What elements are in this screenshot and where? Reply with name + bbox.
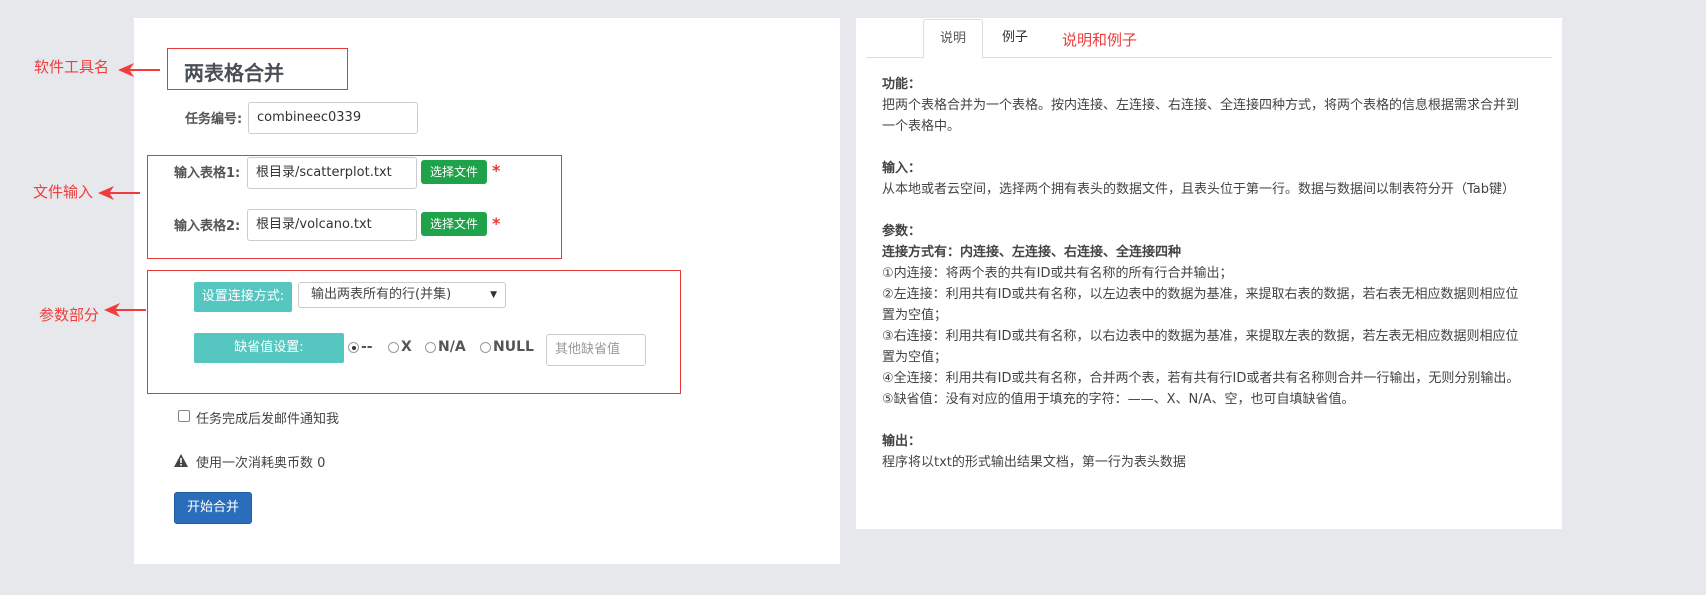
- param-title: 参数：: [882, 224, 922, 239]
- input-body: 从本地或者云空间，选择两个拥有表头的数据文件，且表头位于第一行。数据与数据间以制…: [882, 182, 1516, 197]
- missing-option-dash[interactable]: --: [348, 339, 373, 355]
- param-inner-join: ①内连接：将两个表的共有ID或共有名称的所有行合并输出；: [882, 266, 1233, 281]
- input-title: 输入：: [882, 161, 922, 176]
- output-title: 输出：: [882, 434, 922, 449]
- func-body: 把两个表格合并为一个表格。按内连接、左连接、右连接、全连接四种方式，将两个表格的…: [882, 98, 1520, 134]
- join-method-label: 设置连接方式:: [194, 282, 292, 312]
- tool-title: 两表格合并: [184, 61, 284, 85]
- cost-note: 使用一次消耗奥币数 0: [196, 456, 326, 471]
- table2-label: 输入表格2:: [174, 219, 241, 234]
- param-full-join: ④全连接：利用共有ID或共有名称，合并两个表，若有共有行ID或者共有名称则合并一…: [882, 371, 1520, 386]
- annotation-file-input: 文件输入: [33, 183, 94, 201]
- other-missing-input[interactable]: 其他缺省值: [546, 334, 646, 366]
- required-mark: *: [492, 214, 501, 233]
- param-missing-value: ⑤缺省值：没有对应的值用于填充的字符：——、X、N/A、空，也可自填缺省值。: [882, 392, 1355, 407]
- table1-label: 输入表格1:: [174, 166, 241, 181]
- task-id-input[interactable]: combineec0339: [248, 102, 418, 134]
- missing-option-null[interactable]: NULL: [480, 339, 534, 355]
- task-id-label: 任务编号:: [185, 112, 243, 127]
- tab-example[interactable]: 例子: [985, 19, 1045, 57]
- annotation-params: 参数部分: [39, 306, 100, 324]
- param-right-join: ③右连接：利用共有ID或共有名称，以右边表中的数据为基准，来提取左表的数据，若左…: [882, 329, 1519, 365]
- arrow-left-icon: [98, 186, 140, 200]
- radio-checked-icon[interactable]: [348, 342, 359, 353]
- radio-icon[interactable]: [480, 342, 491, 353]
- tab-description[interactable]: 说明: [923, 19, 983, 59]
- missing-option-na[interactable]: N/A: [425, 339, 466, 355]
- table2-input[interactable]: 根目录/volcano.txt: [247, 209, 417, 241]
- start-merge-button[interactable]: 开始合并: [174, 492, 252, 524]
- annotation-desc-example: 说明和例子: [1062, 31, 1138, 49]
- missing-option-x[interactable]: X: [388, 339, 412, 355]
- join-method-select[interactable]: 输出两表所有的行(并集) ▼: [298, 282, 506, 308]
- caret-down-icon: ▼: [490, 290, 497, 300]
- radio-icon[interactable]: [425, 342, 436, 353]
- table1-input[interactable]: 根目录/scatterplot.txt: [247, 157, 417, 189]
- table2-choose-file-button[interactable]: 选择文件: [421, 212, 487, 236]
- table1-choose-file-button[interactable]: 选择文件: [421, 160, 487, 184]
- email-notify-label: 任务完成后发邮件通知我: [196, 412, 340, 427]
- arrow-left-icon: [118, 63, 160, 77]
- warning-icon: [174, 454, 188, 467]
- join-method-selected: 输出两表所有的行(并集): [311, 287, 452, 302]
- required-mark: *: [492, 161, 501, 180]
- param-left-join: ②左连接：利用共有ID或共有名称，以左边表中的数据为基准，来提取右表的数据，若右…: [882, 287, 1519, 323]
- email-notify-checkbox[interactable]: [178, 410, 190, 422]
- annotation-tool-name: 软件工具名: [34, 58, 110, 76]
- func-title: 功能：: [882, 77, 922, 92]
- radio-icon[interactable]: [388, 342, 399, 353]
- arrow-left-icon: [104, 303, 146, 317]
- description-content: 功能： 把两个表格合并为一个表格。按内连接、左连接、右连接、全连接四种方式，将两…: [882, 74, 1522, 473]
- missing-value-label: 缺省值设置:: [194, 333, 344, 363]
- output-body: 程序将以txt的形式输出结果文档，第一行为表头数据: [882, 455, 1186, 470]
- param-subtitle: 连接方式有：内连接、左连接、右连接、全连接四种: [882, 245, 1182, 260]
